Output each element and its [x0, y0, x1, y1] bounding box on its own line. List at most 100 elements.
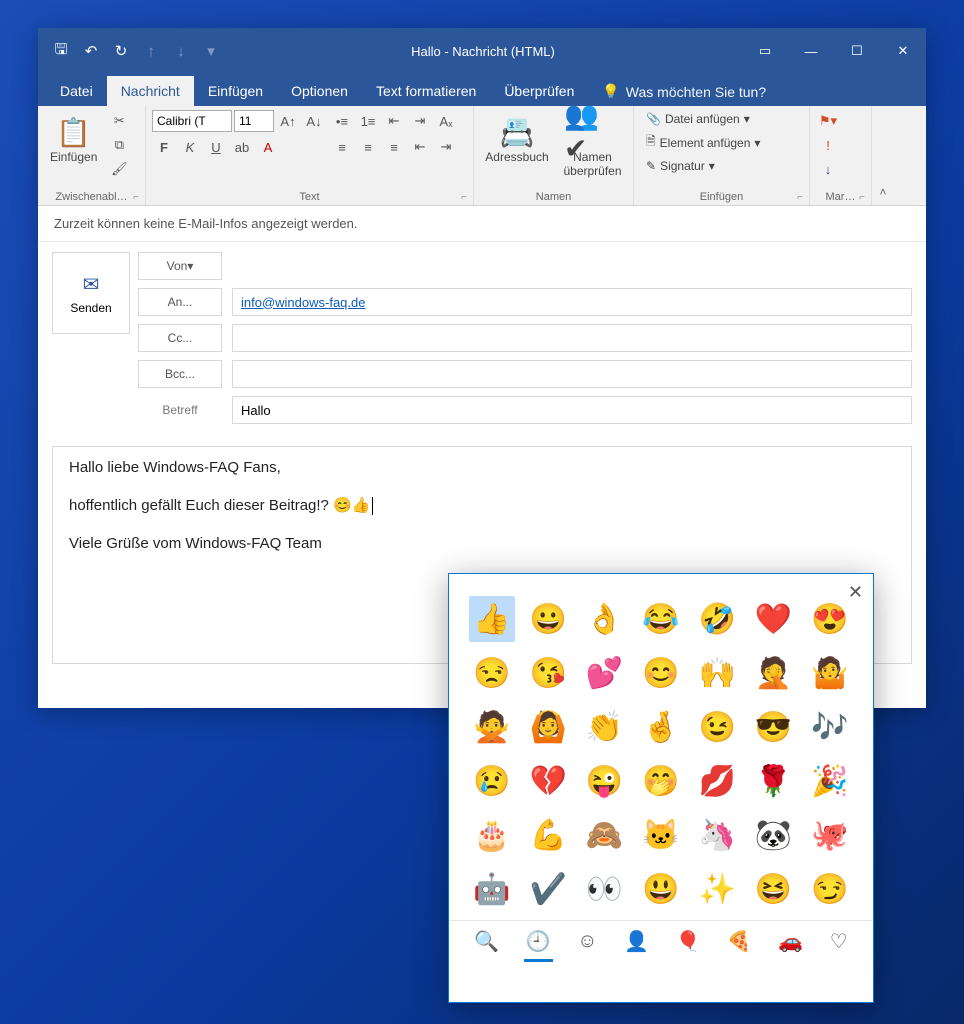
emoji-cell[interactable]: 🙈 [582, 812, 628, 858]
bcc-button[interactable]: Bcc... [138, 360, 222, 388]
undo-icon[interactable]: ↶ [78, 38, 104, 64]
emoji-cell[interactable]: 🤣 [694, 596, 740, 642]
from-button[interactable]: Von ▾ [138, 252, 222, 280]
numbering-icon[interactable]: 1≡ [356, 110, 380, 132]
emoji-close-button[interactable]: ✕ [848, 582, 863, 603]
cc-field[interactable] [232, 324, 912, 352]
emoji-cell[interactable]: 😢 [469, 758, 515, 804]
high-importance-icon[interactable]: ! [816, 134, 840, 156]
save-icon[interactable]: 🖫 [48, 38, 74, 64]
emoji-cell[interactable]: 🙆 [525, 704, 571, 750]
shrink-font-icon[interactable]: A↓ [302, 110, 326, 132]
text-launcher-icon[interactable]: ⌐ [461, 192, 467, 203]
tab-datei[interactable]: Datei [46, 76, 107, 106]
emoji-cell[interactable]: 😊 [638, 650, 684, 696]
font-size-combo[interactable] [234, 110, 274, 132]
maximize-button[interactable]: ☐ [834, 28, 880, 74]
ribbon-display-icon[interactable]: ▭ [742, 28, 788, 74]
tags-launcher-icon[interactable]: ⌐ [859, 192, 865, 203]
paste-button[interactable]: 📋 Einfügen [44, 110, 103, 168]
emoji-cell[interactable]: 🤦 [750, 650, 796, 696]
emoji-cell[interactable]: 👀 [582, 866, 628, 912]
align-left-icon[interactable]: ≡ [330, 136, 354, 158]
emoji-cell[interactable]: 😏 [807, 866, 853, 912]
emoji-cell[interactable]: 🌹 [750, 758, 796, 804]
emoji-cell[interactable]: 🐱 [638, 812, 684, 858]
emoji-cell[interactable]: 🦄 [694, 812, 740, 858]
emoji-cell[interactable]: 🎂 [469, 812, 515, 858]
check-names-button[interactable]: 👥✔ Namenüberprüfen [558, 110, 627, 182]
highlight-icon[interactable]: ab [230, 136, 254, 158]
emoji-cell[interactable]: 😒 [469, 650, 515, 696]
attach-item-button[interactable]: 🗎Element anfügen ▾ [640, 130, 766, 155]
font-color-icon[interactable]: A [256, 136, 280, 158]
cut-icon[interactable]: ✂ [107, 110, 131, 132]
to-field[interactable]: info@windows-faq.de [232, 288, 912, 316]
emoji-cell[interactable]: 👍 [469, 596, 515, 642]
tab-nachricht[interactable]: Nachricht [107, 76, 194, 106]
emoji-cell[interactable]: 🤭 [638, 758, 684, 804]
emoji-cell[interactable]: 😎 [750, 704, 796, 750]
emoji-cell[interactable]: 🤖 [469, 866, 515, 912]
emoji-cat-celebration[interactable]: 🎈 [665, 923, 710, 960]
to-recipient[interactable]: info@windows-faq.de [241, 295, 365, 310]
collapse-ribbon-icon[interactable]: ˄ [872, 106, 894, 205]
decrease-indent-icon[interactable]: ⇤ [408, 136, 432, 158]
clipboard-launcher-icon[interactable]: ⌐ [133, 192, 139, 203]
emoji-cell[interactable]: 😜 [582, 758, 628, 804]
emoji-cat-heart[interactable]: ♡ [820, 923, 858, 960]
emoji-cat-search[interactable]: 🔍 [464, 923, 509, 960]
emoji-cell[interactable]: 😉 [694, 704, 740, 750]
outdent-icon[interactable]: ⇤ [382, 110, 406, 132]
emoji-cell[interactable]: 👏 [582, 704, 628, 750]
emoji-cell[interactable]: 👌 [582, 596, 628, 642]
tab-text-formatieren[interactable]: Text formatieren [362, 76, 490, 106]
emoji-cell[interactable]: ✨ [694, 866, 740, 912]
signature-button[interactable]: ✎Signatur ▾ [640, 157, 766, 175]
to-button[interactable]: An... [138, 288, 222, 316]
emoji-cell[interactable]: 🙅 [469, 704, 515, 750]
align-center-icon[interactable]: ≡ [356, 136, 380, 158]
emoji-cat-recent[interactable]: 🕘 [516, 923, 561, 960]
bullets-icon[interactable]: •≡ [330, 110, 354, 132]
bold-button[interactable]: F [152, 136, 176, 158]
emoji-cell[interactable]: 💔 [525, 758, 571, 804]
emoji-cell[interactable]: 🎉 [807, 758, 853, 804]
close-button[interactable]: ✕ [880, 28, 926, 74]
emoji-cell[interactable]: 💋 [694, 758, 740, 804]
italic-button[interactable]: K [178, 136, 202, 158]
emoji-cell[interactable]: 🙌 [694, 650, 740, 696]
emoji-cat-transport[interactable]: 🚗 [768, 923, 813, 960]
increase-indent-icon[interactable]: ⇥ [434, 136, 458, 158]
emoji-cell[interactable]: 🐙 [807, 812, 853, 858]
grow-font-icon[interactable]: A↑ [276, 110, 300, 132]
emoji-cell[interactable]: 💪 [525, 812, 571, 858]
low-importance-icon[interactable]: ↓ [816, 158, 840, 180]
tab-optionen[interactable]: Optionen [277, 76, 362, 106]
emoji-cell[interactable]: 🤷 [807, 650, 853, 696]
indent-icon[interactable]: ⇥ [408, 110, 432, 132]
emoji-cell[interactable]: 🤞 [638, 704, 684, 750]
emoji-cell[interactable]: ❤️ [750, 596, 796, 642]
copy-icon[interactable]: ⧉ [107, 134, 131, 156]
emoji-cat-smileys[interactable]: ☺ [567, 924, 607, 959]
qat-dropdown-icon[interactable]: ▾ [198, 38, 224, 64]
clear-format-icon[interactable]: Aₓ [434, 110, 458, 132]
minimize-button[interactable]: — [788, 28, 834, 74]
emoji-cell[interactable]: 😀 [525, 596, 571, 642]
emoji-cell[interactable]: 🎶 [807, 704, 853, 750]
emoji-cell[interactable]: 😘 [525, 650, 571, 696]
redo-icon[interactable]: ↻ [108, 38, 134, 64]
attach-file-button[interactable]: 📎Datei anfügen ▾ [640, 110, 766, 128]
tab-einfuegen[interactable]: Einfügen [194, 76, 277, 106]
insert-launcher-icon[interactable]: ⌐ [797, 192, 803, 203]
emoji-cell[interactable]: 😆 [750, 866, 796, 912]
emoji-cell[interactable]: 😃 [638, 866, 684, 912]
tell-me-search[interactable]: 💡 Was möchten Sie tun? [588, 83, 780, 106]
align-right-icon[interactable]: ≡ [382, 136, 406, 158]
flag-icon[interactable]: ⚑▾ [816, 110, 840, 132]
send-button[interactable]: ✉ Senden [52, 252, 130, 334]
cc-button[interactable]: Cc... [138, 324, 222, 352]
emoji-cell[interactable]: 😍 [807, 596, 853, 642]
bcc-field[interactable] [232, 360, 912, 388]
